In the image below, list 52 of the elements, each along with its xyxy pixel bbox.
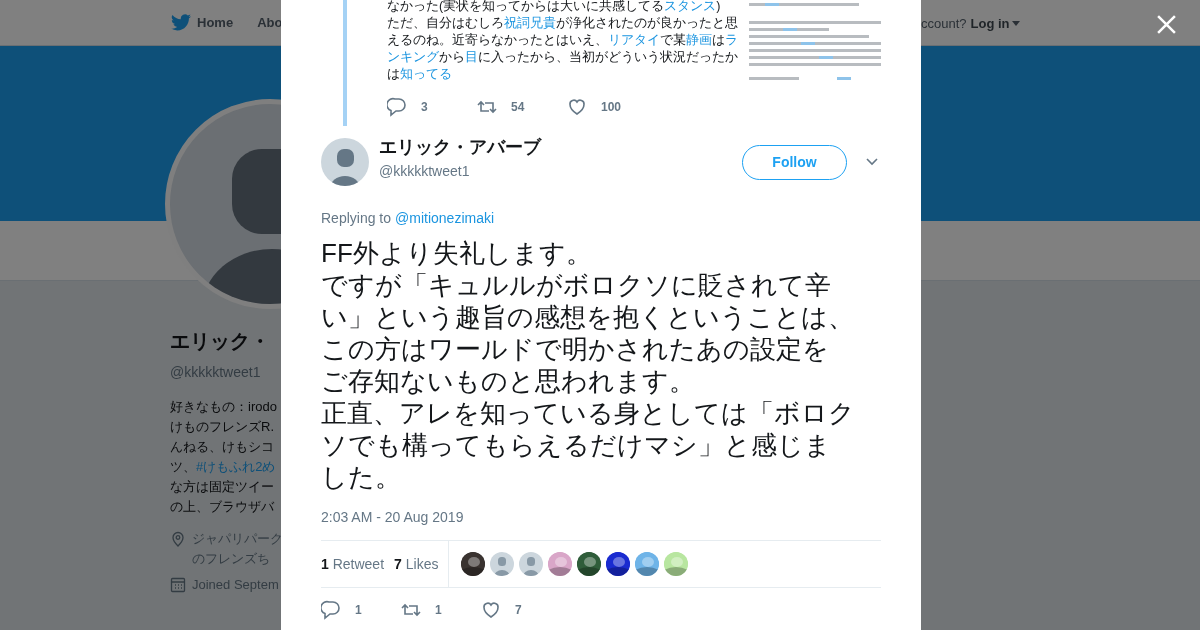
reply-icon[interactable]	[387, 97, 407, 117]
nav-link[interactable]: Abo	[257, 12, 283, 33]
reply-count: 1	[355, 602, 362, 619]
user-name: エリック・アバーブ	[379, 136, 541, 159]
like-icon[interactable]	[567, 97, 587, 117]
location-icon	[170, 531, 186, 547]
like-icon[interactable]	[481, 600, 501, 620]
tweet-text-line: この方はワールドで明かされたあの設定を	[321, 333, 830, 365]
bio-line: けものフレンズR.	[170, 418, 275, 436]
bio-line: んねる、けもシコ	[170, 438, 275, 456]
reply-icon[interactable]	[321, 600, 341, 620]
bio-line: 好きなもの：irodo	[170, 398, 278, 416]
profile-handle: @kkkkktweet1	[170, 363, 262, 382]
tweet-text-line: なかった(実状を知ってからは大いに共感してるスタンス)	[387, 0, 722, 15]
like-count: 7	[515, 602, 522, 619]
bio-line: の上、ブラウザバ	[170, 498, 275, 516]
replying-to-label: Replying to	[321, 209, 392, 228]
tweet-text-line: ですが「キュルルがボロクソに貶されて辛	[321, 269, 832, 301]
tweet-text-line: ソでも構ってもらえるだけマシ」と感じま	[321, 429, 832, 461]
bio-line: な方は固定ツイー	[170, 478, 275, 496]
tweet-timestamp[interactable]: 2:03 AM - 20 Aug 2019	[321, 507, 881, 528]
tweet-text-line: FF外より失礼します。	[321, 237, 593, 269]
reply-count: 3	[421, 99, 428, 116]
like-count: 100	[601, 99, 622, 116]
tweet-text-line: ただ、自分はむしろ祝詞兄貴が浄化されたのが良かったと思	[387, 15, 739, 32]
close-icon[interactable]	[1156, 14, 1177, 35]
chevron-down-icon[interactable]	[866, 158, 878, 166]
retweet-count: 54	[511, 99, 525, 116]
tweet-text-line: 正直、アレを知っている身としては「ボロク	[321, 397, 856, 429]
retweet-count: 1	[435, 602, 442, 619]
avatar-icon	[321, 138, 369, 186]
tweet-text-line: えるのね。近寄らなかったとはいえ、リアタイ で某静画はラ	[387, 32, 739, 49]
account-prompt: ccount?	[921, 15, 967, 33]
stat-link[interactable]: 7 Likes	[394, 553, 439, 575]
user-handle: @kkkkktweet1	[379, 162, 471, 181]
caret-icon	[1011, 21, 1020, 27]
bird-icon	[171, 14, 191, 31]
tweet-text-line: い」という趣旨の感想を抱くということは、	[321, 301, 855, 333]
joined-date: Joined Septem	[192, 576, 279, 594]
calendar-icon	[170, 576, 186, 593]
nav-link[interactable]: Home	[171, 12, 234, 33]
tweet-text-line: ご存知ないものと思われます。	[321, 365, 696, 397]
login-button[interactable]: Log in	[970, 14, 1020, 34]
tweet-text-line: した。	[321, 461, 402, 493]
tweet-text-line: は知ってる	[387, 66, 453, 83]
location-text: のフレンズち	[192, 550, 271, 568]
tweet-text-line: ンキングから 目 に入ったから、当初がどういう状況だったか	[387, 49, 739, 66]
profile-name: エリック・	[170, 329, 271, 354]
stat-link[interactable]: 1 Retweet	[321, 553, 385, 575]
bio-line: ツ、#けもふれ2め	[170, 458, 277, 476]
avatar-icon[interactable]	[519, 552, 544, 576]
mention-link[interactable]: @mitionezimaki	[395, 208, 495, 229]
